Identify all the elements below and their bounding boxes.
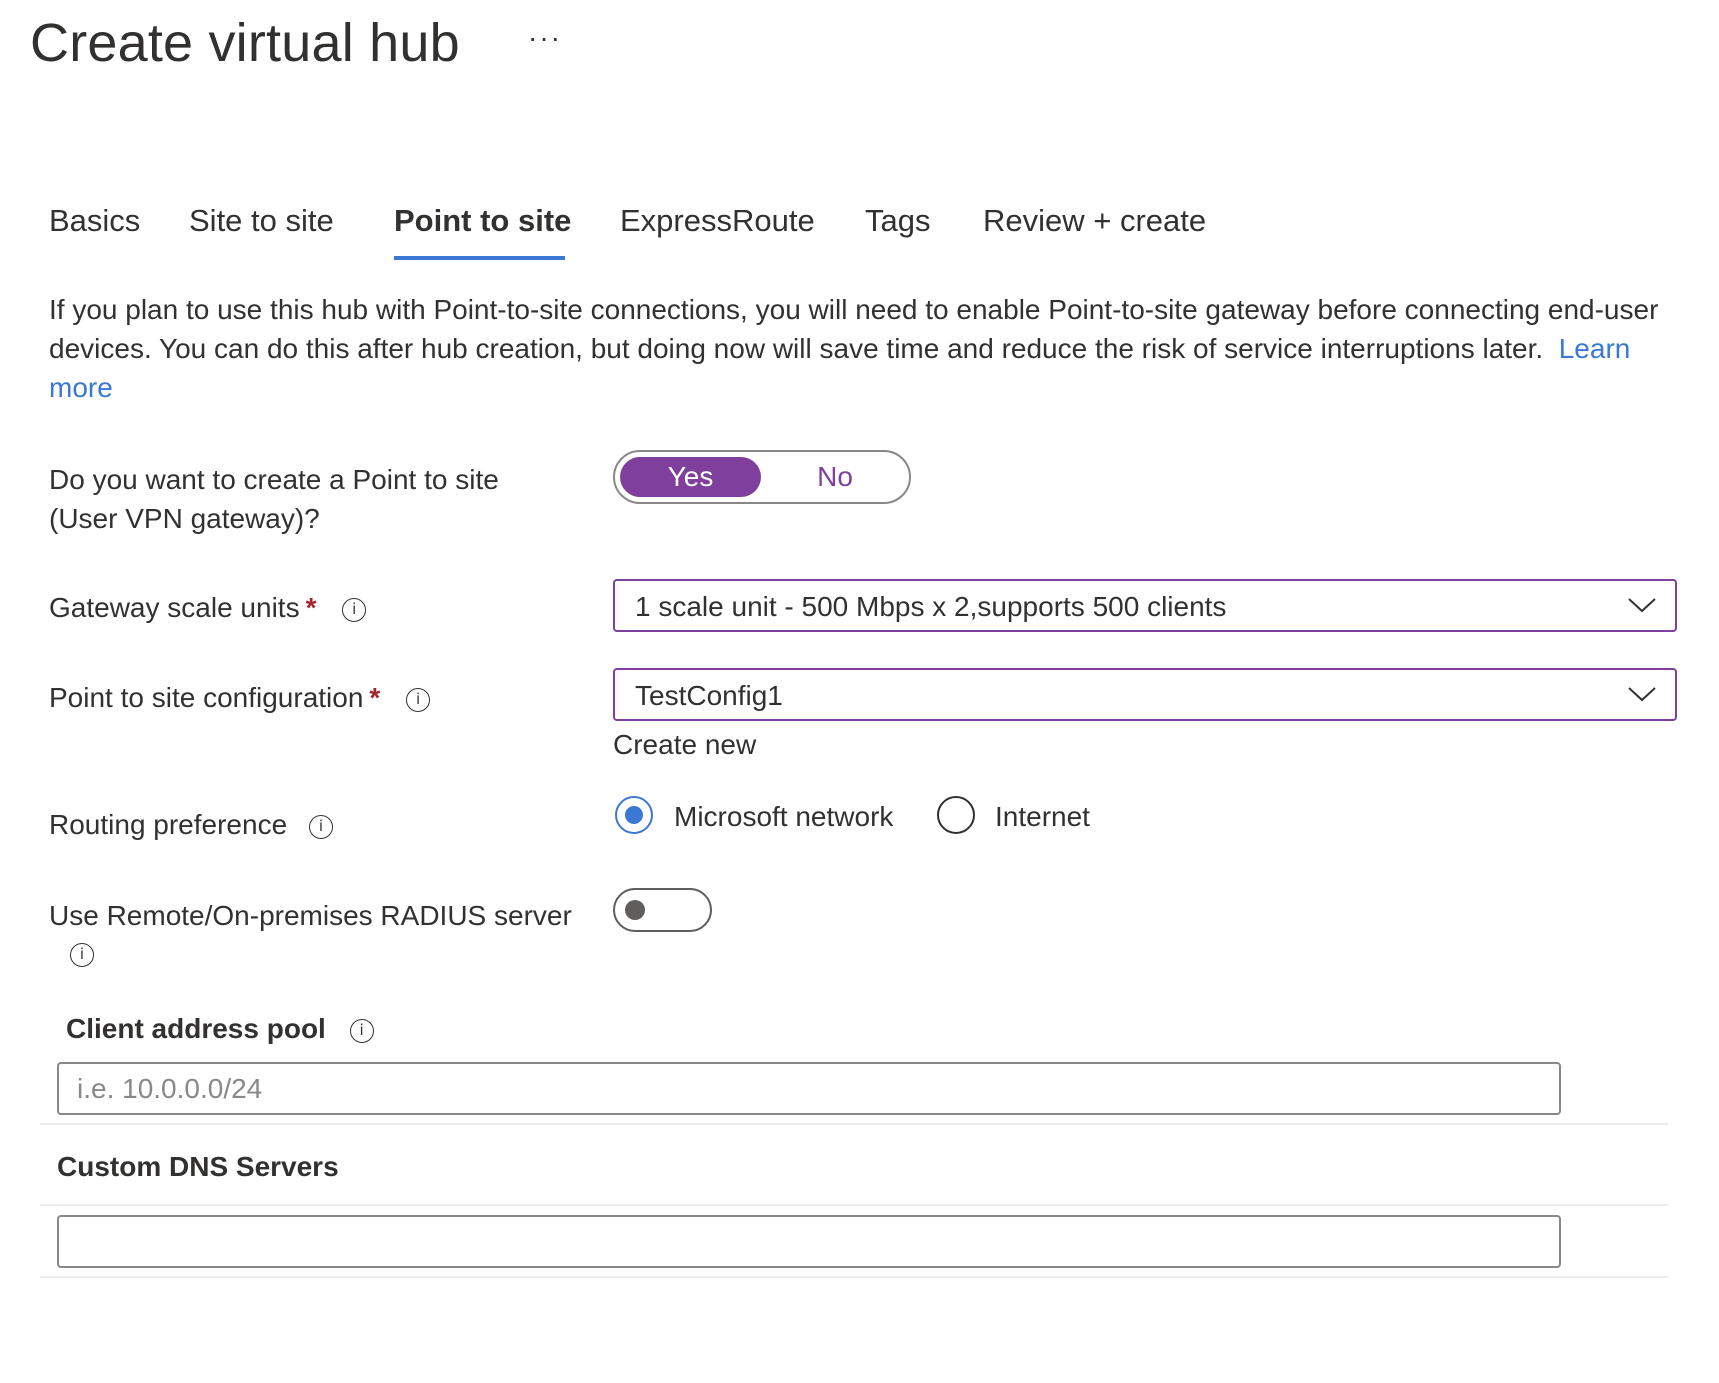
gateway-scale-units-value: 1 scale unit - 500 Mbps x 2,supports 500… <box>635 591 1227 622</box>
gateway-scale-units-label-row: Gateway scale units * i <box>49 588 367 627</box>
radius-toggle[interactable] <box>613 888 712 932</box>
tab-site-to-site[interactable]: Site to site <box>189 200 334 242</box>
radius-label: Use Remote/On-premises RADIUS server <box>49 900 572 931</box>
info-icon[interactable]: i <box>70 943 94 967</box>
radio-internet-label[interactable]: Internet <box>995 797 1090 836</box>
required-asterisk: * <box>369 682 381 713</box>
p2s-configuration-value: TestConfig1 <box>635 680 783 711</box>
description: If you plan to use this hub with Point-t… <box>49 290 1689 407</box>
client-address-pool-label-row: Client address pool i <box>66 1009 374 1048</box>
p2s-configuration-dropdown[interactable]: TestConfig1 <box>613 668 1677 721</box>
custom-dns-label: Custom DNS Servers <box>57 1151 339 1182</box>
create-p2s-label-line2: (User VPN gateway)? <box>49 503 320 534</box>
routing-preference-label: Routing preference <box>49 809 288 840</box>
create-p2s-label: Do you want to create a Point to site (U… <box>49 460 499 538</box>
description-text: If you plan to use this hub with Point-t… <box>49 294 1659 364</box>
more-options-button[interactable]: ··· <box>528 22 562 54</box>
active-tab-indicator <box>394 256 565 260</box>
chevron-down-icon <box>1628 687 1656 702</box>
option-yes[interactable]: Yes <box>620 457 761 497</box>
tab-basics[interactable]: Basics <box>49 200 140 242</box>
tab-point-to-site[interactable]: Point to site <box>394 200 571 242</box>
divider <box>40 1123 1668 1125</box>
tab-expressroute[interactable]: ExpressRoute <box>620 200 815 242</box>
gateway-scale-units-label: Gateway scale units <box>49 592 300 623</box>
option-no[interactable]: No <box>765 457 905 497</box>
info-icon[interactable]: i <box>349 1018 374 1043</box>
radio-internet[interactable] <box>937 796 975 834</box>
page-title: Create virtual hub <box>30 13 460 73</box>
custom-dns-input[interactable] <box>57 1215 1561 1268</box>
info-icon[interactable]: i <box>342 597 367 622</box>
create-p2s-label-line1: Do you want to create a Point to site <box>49 464 499 495</box>
divider <box>40 1204 1668 1206</box>
radio-microsoft-network[interactable] <box>615 796 653 834</box>
info-icon[interactable]: i <box>308 814 333 839</box>
toggle-knob <box>625 900 645 920</box>
client-address-pool-input[interactable] <box>57 1062 1561 1115</box>
tab-review-create[interactable]: Review + create <box>983 200 1206 242</box>
create-new-link[interactable]: Create new <box>613 725 756 764</box>
tab-tags[interactable]: Tags <box>865 200 930 242</box>
routing-preference-label-row: Routing preference i <box>49 805 333 844</box>
divider <box>40 1276 1668 1278</box>
radio-microsoft-network-label[interactable]: Microsoft network <box>674 797 893 836</box>
client-address-pool-label: Client address pool <box>66 1013 326 1044</box>
required-asterisk: * <box>305 592 317 623</box>
create-p2s-toggle[interactable]: Yes No <box>613 450 911 504</box>
p2s-configuration-label-row: Point to site configuration * i <box>49 678 431 717</box>
gateway-scale-units-dropdown[interactable]: 1 scale unit - 500 Mbps x 2,supports 500… <box>613 579 1677 632</box>
chevron-down-icon <box>1628 598 1656 613</box>
p2s-configuration-label: Point to site configuration <box>49 682 364 713</box>
info-icon[interactable]: i <box>406 687 431 712</box>
